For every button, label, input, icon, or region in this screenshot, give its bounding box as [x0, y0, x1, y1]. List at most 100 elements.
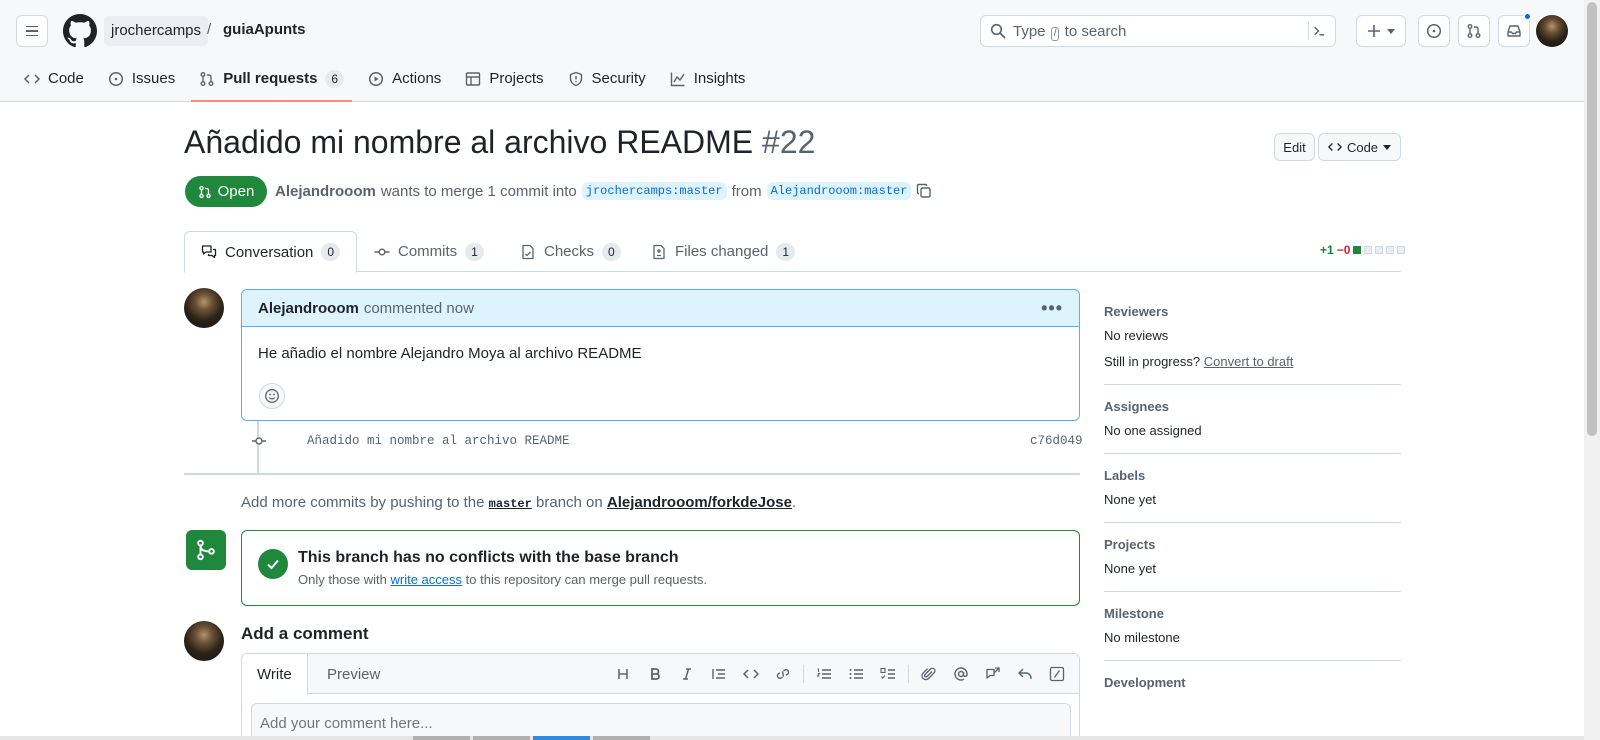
link-icon[interactable]: [767, 658, 799, 690]
write-access-link[interactable]: write access: [391, 572, 463, 587]
fork-repo-link[interactable]: Alejandrooom/forkdeJose: [607, 494, 792, 511]
preview-tab[interactable]: Preview: [312, 654, 395, 695]
copy-icon[interactable]: [916, 183, 932, 199]
scrollbar-thumb[interactable]: [1587, 2, 1597, 436]
tab-insights[interactable]: Insights: [662, 62, 754, 102]
add-reaction-button[interactable]: [259, 383, 285, 409]
tab-checks[interactable]: Checks 0: [504, 231, 637, 272]
convert-to-draft-link[interactable]: Convert to draft: [1204, 354, 1294, 369]
timeline-divider: [184, 473, 1080, 475]
page-title: Añadido mi nombre al archivo README #22: [184, 124, 815, 161]
tab-files-changed[interactable]: Files changed 1: [635, 231, 811, 272]
pull-request-icon: [198, 185, 211, 198]
comment-input[interactable]: [251, 703, 1071, 740]
comment-author[interactable]: Alejandrooom: [258, 300, 359, 317]
write-tab[interactable]: Write: [242, 654, 308, 695]
edit-title-button[interactable]: Edit: [1274, 133, 1315, 161]
heading-icon[interactable]: [607, 658, 639, 690]
tab-security[interactable]: Security: [560, 62, 654, 102]
command-palette-icon[interactable]: [1308, 22, 1328, 40]
code-icon[interactable]: [735, 658, 767, 690]
comment-timestamp[interactable]: commented now: [364, 300, 474, 317]
notifications-button[interactable]: [1498, 12, 1532, 47]
milestone-title[interactable]: Milestone: [1104, 606, 1401, 621]
commit-message-link[interactable]: Añadido mi nombre al archivo README: [307, 434, 570, 448]
owner-link[interactable]: jrochercamps: [104, 16, 209, 46]
bottom-segment: [533, 736, 590, 740]
tab-commits[interactable]: Commits 1: [358, 231, 500, 272]
plus-icon: [1368, 25, 1380, 37]
tab-projects[interactable]: Projects: [457, 62, 551, 102]
code-dropdown-button[interactable]: Code: [1318, 133, 1401, 161]
diffstat-block: [1386, 246, 1395, 254]
tab-conversation[interactable]: Conversation 0: [184, 231, 358, 273]
comment-author-avatar[interactable]: [184, 288, 224, 328]
tab-issues[interactable]: Issues: [100, 62, 183, 102]
tab-actions[interactable]: Actions: [360, 62, 449, 102]
issue-icon: [108, 71, 123, 87]
comment-body: He añadio el nombre Alejandro Moya al ar…: [258, 345, 642, 362]
bottom-segment: [593, 736, 650, 740]
cross-reference-icon[interactable]: [977, 658, 1009, 690]
commit-sha-link[interactable]: c76d049: [1030, 434, 1083, 448]
attach-file-icon[interactable]: [913, 658, 945, 690]
code-icon: [1327, 143, 1342, 151]
pr-state-badge: Open: [185, 176, 267, 207]
sidebar-projects: Projects None yet: [1104, 523, 1401, 592]
add-comment-heading: Add a comment: [241, 624, 369, 643]
italic-icon[interactable]: [671, 658, 703, 690]
menu-button[interactable]: [16, 15, 48, 47]
base-branch[interactable]: jrochercamps:master: [581, 182, 727, 200]
pr-meta: Alejandrooom wants to merge 1 commit int…: [275, 182, 932, 200]
diffstat-block: [1353, 246, 1362, 254]
github-logo-icon[interactable]: [63, 14, 97, 48]
head-branch[interactable]: Alejandrooom:master: [766, 182, 912, 200]
caret-down-icon: [1387, 28, 1395, 34]
labels-title[interactable]: Labels: [1104, 468, 1401, 483]
reply-icon[interactable]: [1009, 658, 1041, 690]
comment-editor: Write Preview: [241, 653, 1080, 740]
pr-tabs: Conversation 0 Commits 1 Checks 0 Files …: [184, 231, 1401, 273]
current-user-avatar[interactable]: [184, 621, 224, 661]
search-input[interactable]: Type / to search: [980, 15, 1336, 47]
quote-icon[interactable]: [703, 658, 735, 690]
comment-menu-icon[interactable]: •••: [1041, 298, 1063, 319]
bold-icon[interactable]: [639, 658, 671, 690]
graph-icon: [670, 72, 685, 87]
toolbar-divider: [803, 665, 804, 683]
tab-pull-requests[interactable]: Pull requests 6: [191, 62, 353, 102]
check-circle-icon: [258, 549, 288, 579]
pull-requests-button[interactable]: [1458, 15, 1490, 47]
unordered-list-icon[interactable]: [840, 658, 872, 690]
repo-name-link[interactable]: guiaApunts: [223, 21, 306, 38]
reviewers-title[interactable]: Reviewers: [1104, 304, 1401, 319]
push-commits-note: Add more commits by pushing to the maste…: [241, 494, 797, 511]
development-title[interactable]: Development: [1104, 675, 1401, 690]
bottom-segment: [473, 736, 530, 740]
push-branch-name: master: [488, 497, 532, 511]
create-new-button[interactable]: [1356, 15, 1406, 47]
editor-tabs: Write Preview: [242, 654, 1079, 695]
page-scrollbar[interactable]: [1584, 0, 1600, 740]
task-list-icon[interactable]: [872, 658, 904, 690]
diffstat-block: [1364, 246, 1373, 254]
pr-author-link[interactable]: Alejandrooom: [275, 183, 376, 200]
play-icon: [369, 71, 384, 87]
bottom-scrollbar[interactable]: [0, 736, 1584, 740]
merge-status-box: This branch has no conflicts with the ba…: [241, 530, 1080, 606]
comment-discussion-icon: [201, 245, 217, 259]
slash-command-icon[interactable]: [1041, 658, 1073, 690]
projects-title[interactable]: Projects: [1104, 537, 1401, 552]
issue-opened-icon: [1426, 23, 1442, 39]
user-avatar[interactable]: [1536, 15, 1568, 47]
assignees-title[interactable]: Assignees: [1104, 399, 1401, 414]
issues-button[interactable]: [1418, 15, 1450, 47]
mention-icon[interactable]: [945, 658, 977, 690]
diff-stat: +1 −0: [1320, 243, 1406, 257]
pr-number: #22: [762, 124, 816, 160]
search-placeholder: Type / to search: [1013, 23, 1127, 41]
pull-requests-count: 6: [325, 70, 345, 88]
ordered-list-icon[interactable]: [808, 658, 840, 690]
draft-note: Still in progress? Convert to draft: [1104, 354, 1294, 369]
tab-code[interactable]: Code: [16, 62, 92, 102]
